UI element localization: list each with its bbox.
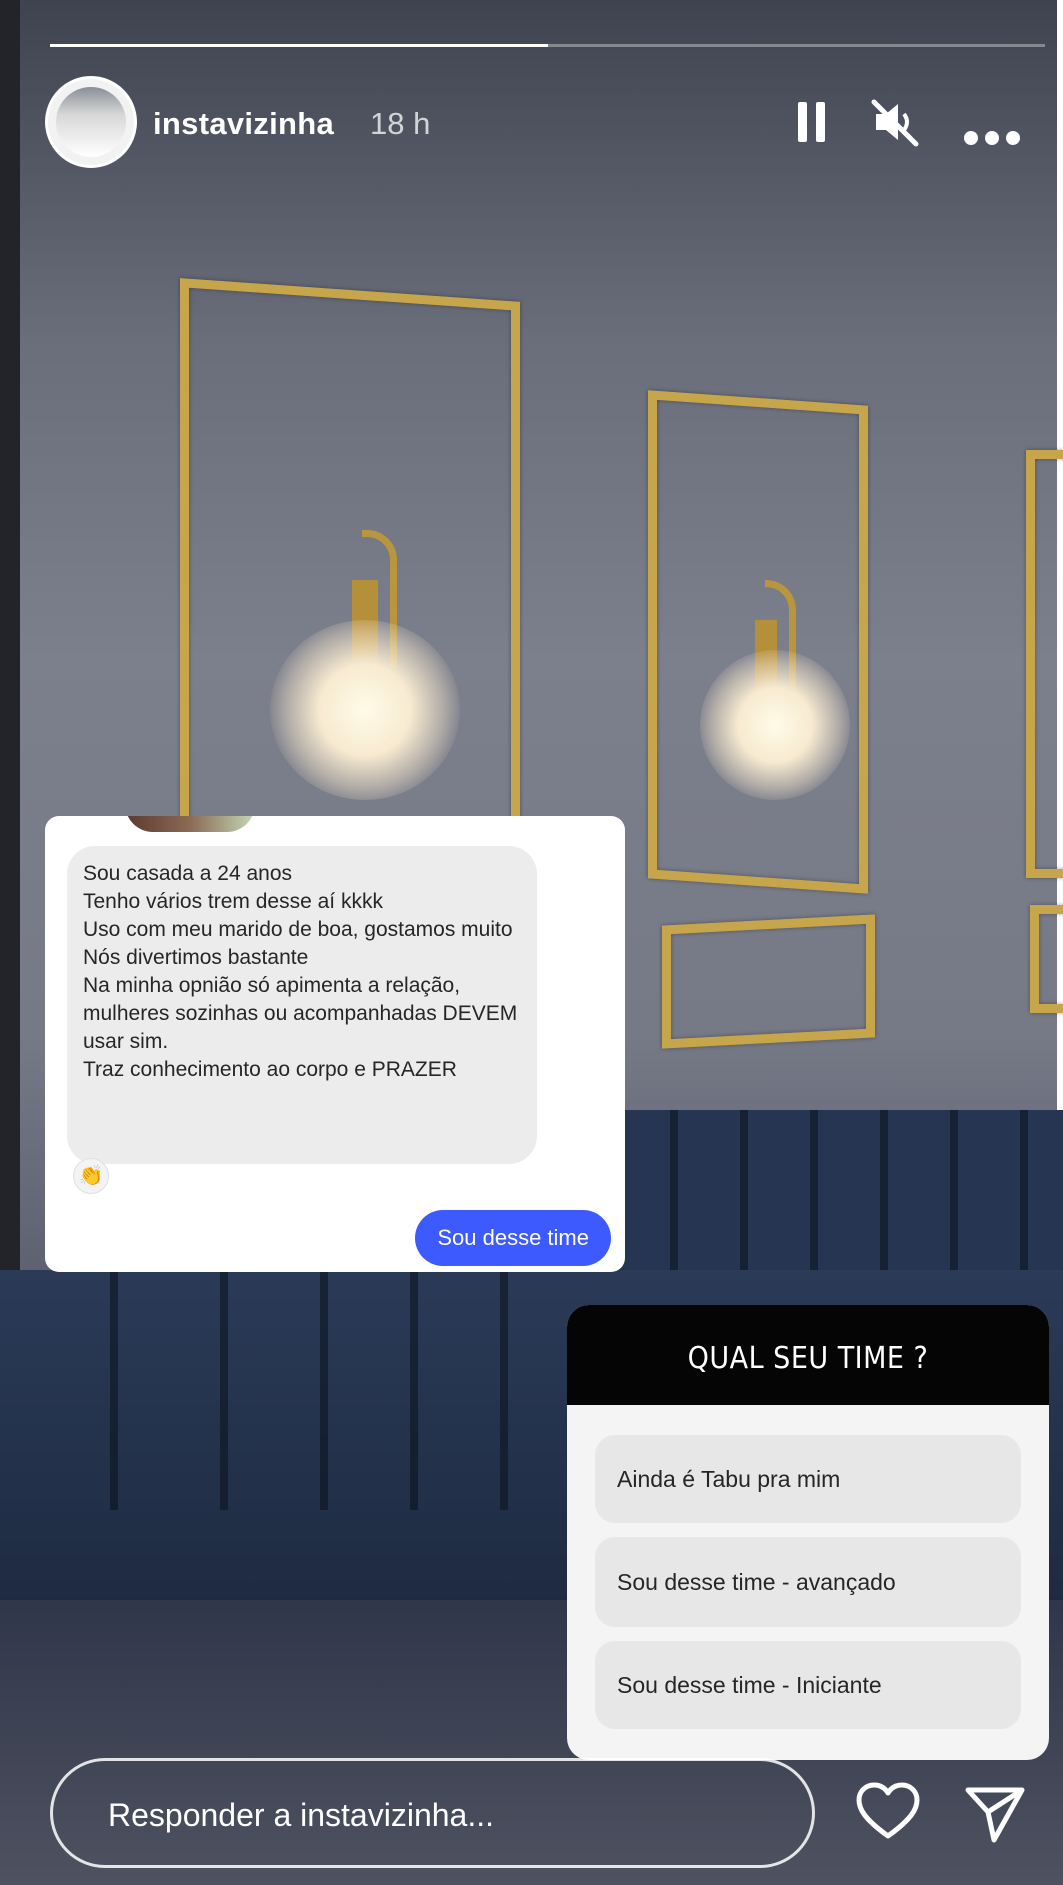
wall-frame	[662, 914, 875, 1049]
dm-message-line: Traz conhecimento ao corpo e PRAZER	[83, 1058, 457, 1081]
dm-avatar-peek	[125, 816, 255, 832]
avatar-photo	[56, 87, 126, 157]
heart-icon[interactable]	[853, 1778, 923, 1848]
story-viewer[interactable]: instavizinha 18 h Sou casada a 24 anos T…	[0, 0, 1063, 1885]
avatar[interactable]	[45, 76, 137, 168]
quiz-option[interactable]: Sou desse time - Iniciante	[595, 1641, 1021, 1729]
story-progress-fill	[50, 44, 548, 47]
quiz-sticker: QUAL SEU TIME ? Ainda é Tabu pra mim Sou…	[567, 1305, 1049, 1760]
send-icon[interactable]	[960, 1778, 1030, 1848]
story-progress-bar	[50, 44, 1045, 47]
dm-screenshot-sticker: Sou casada a 24 anos Tenho vários trem d…	[45, 816, 625, 1272]
dm-message-line: Na minha opnião só apimenta a relação, m…	[83, 974, 524, 1053]
dm-message-line: Tenho vários trem desse aí kkkk	[83, 890, 383, 913]
reply-input[interactable]: Responder a instavizinha...	[50, 1758, 815, 1868]
pause-icon[interactable]	[795, 98, 829, 158]
dm-message-line: Uso com meu marido de boa, gostamos muit…	[83, 918, 513, 941]
story-timestamp: 18 h	[370, 106, 431, 141]
wall-lamp-light	[700, 650, 850, 800]
wall-lamp-light	[270, 620, 460, 800]
sofa-backrest	[560, 1110, 1063, 1270]
dm-received-message: Sou casada a 24 anos Tenho vários trem d…	[67, 846, 537, 1164]
quiz-option[interactable]: Sou desse time - avançado	[595, 1537, 1021, 1627]
quiz-question: QUAL SEU TIME ?	[567, 1305, 1049, 1405]
dm-sent-message: Sou desse time	[415, 1210, 611, 1266]
wall-frame	[1026, 450, 1063, 878]
wall-frame	[1030, 905, 1063, 1013]
clapping-reaction-icon: 👏	[73, 1158, 109, 1194]
reply-placeholder: Responder a instavizinha...	[108, 1797, 494, 1833]
more-options-icon[interactable]	[962, 110, 1022, 160]
muted-speaker-icon[interactable]	[868, 96, 922, 160]
dm-message-line: Sou casada a 24 anos	[83, 862, 292, 885]
dm-message-line: Nós divertimos bastante	[83, 946, 309, 969]
quiz-option[interactable]: Ainda é Tabu pra mim	[595, 1435, 1021, 1523]
username[interactable]: instavizinha	[153, 106, 334, 142]
